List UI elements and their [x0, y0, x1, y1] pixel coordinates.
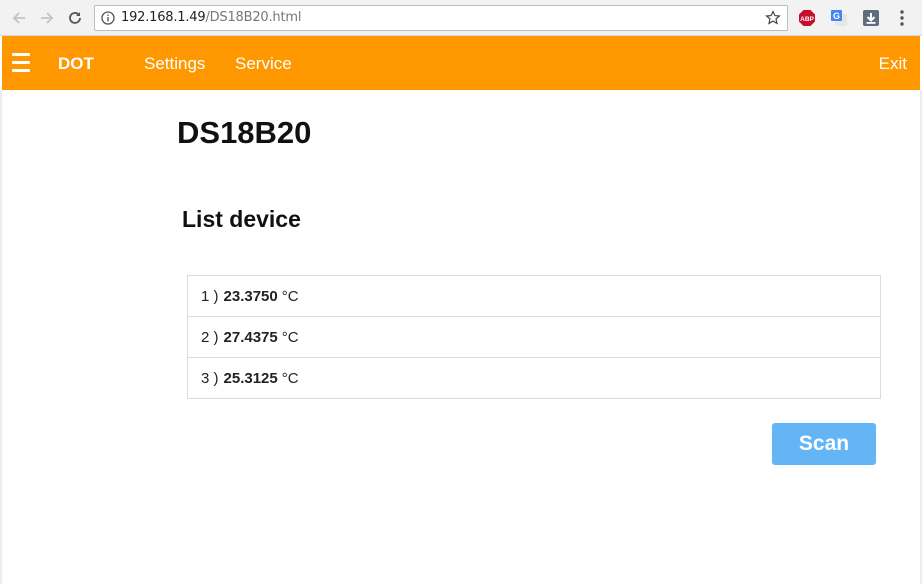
temperature-value: 23.3750	[223, 287, 278, 305]
svg-text:ABP: ABP	[800, 16, 814, 23]
section-title: List device	[182, 206, 301, 232]
app-header: DOT Settings Service Exit	[2, 36, 920, 90]
forward-arrow-icon[interactable]	[37, 8, 57, 28]
url-text: 192.168.1.49/DS18B20.html	[121, 10, 301, 25]
device-row: 2 ) 27.4375 °C	[188, 317, 880, 358]
reload-icon[interactable]	[65, 8, 85, 28]
menu-dots-icon[interactable]	[895, 9, 909, 27]
device-index: 1 )	[201, 287, 219, 305]
nav-exit[interactable]: Exit	[879, 54, 907, 74]
url-host: 192.168.1.49	[121, 10, 206, 25]
svg-text:G: G	[833, 11, 840, 21]
temperature-unit: °C	[281, 369, 299, 387]
browser-toolbar: 192.168.1.49/DS18B20.html ABP G	[0, 0, 922, 36]
temperature-value: 25.3125	[223, 369, 278, 387]
device-index: 2 )	[201, 328, 219, 346]
download-icon[interactable]	[862, 9, 880, 27]
temperature-unit: °C	[281, 328, 299, 346]
address-bar[interactable]: 192.168.1.49/DS18B20.html	[94, 5, 788, 31]
bookmark-star-icon[interactable]	[765, 10, 781, 31]
page-border-left	[0, 90, 2, 584]
page-title: DS18B20	[177, 115, 312, 150]
url-path: /DS18B20.html	[205, 10, 302, 25]
brand-logo[interactable]: DOT	[58, 54, 94, 74]
nav-settings[interactable]: Settings	[144, 54, 205, 74]
temperature-unit: °C	[281, 287, 299, 305]
device-index: 3 )	[201, 369, 219, 387]
back-arrow-icon[interactable]	[9, 8, 29, 28]
temperature-value: 27.4375	[223, 328, 278, 346]
info-icon[interactable]	[101, 11, 115, 30]
scan-button[interactable]: Scan	[772, 423, 876, 465]
device-row: 1 ) 23.3750 °C	[188, 276, 880, 317]
device-row: 3 ) 25.3125 °C	[188, 358, 880, 398]
hamburger-menu-icon[interactable]	[12, 53, 30, 73]
adblock-plus-icon[interactable]: ABP	[798, 9, 816, 27]
google-translate-icon[interactable]: G	[830, 9, 848, 27]
nav-service[interactable]: Service	[235, 54, 292, 74]
device-list: 1 ) 23.3750 °C 2 ) 27.4375 °C 3 ) 25.312…	[187, 275, 881, 399]
